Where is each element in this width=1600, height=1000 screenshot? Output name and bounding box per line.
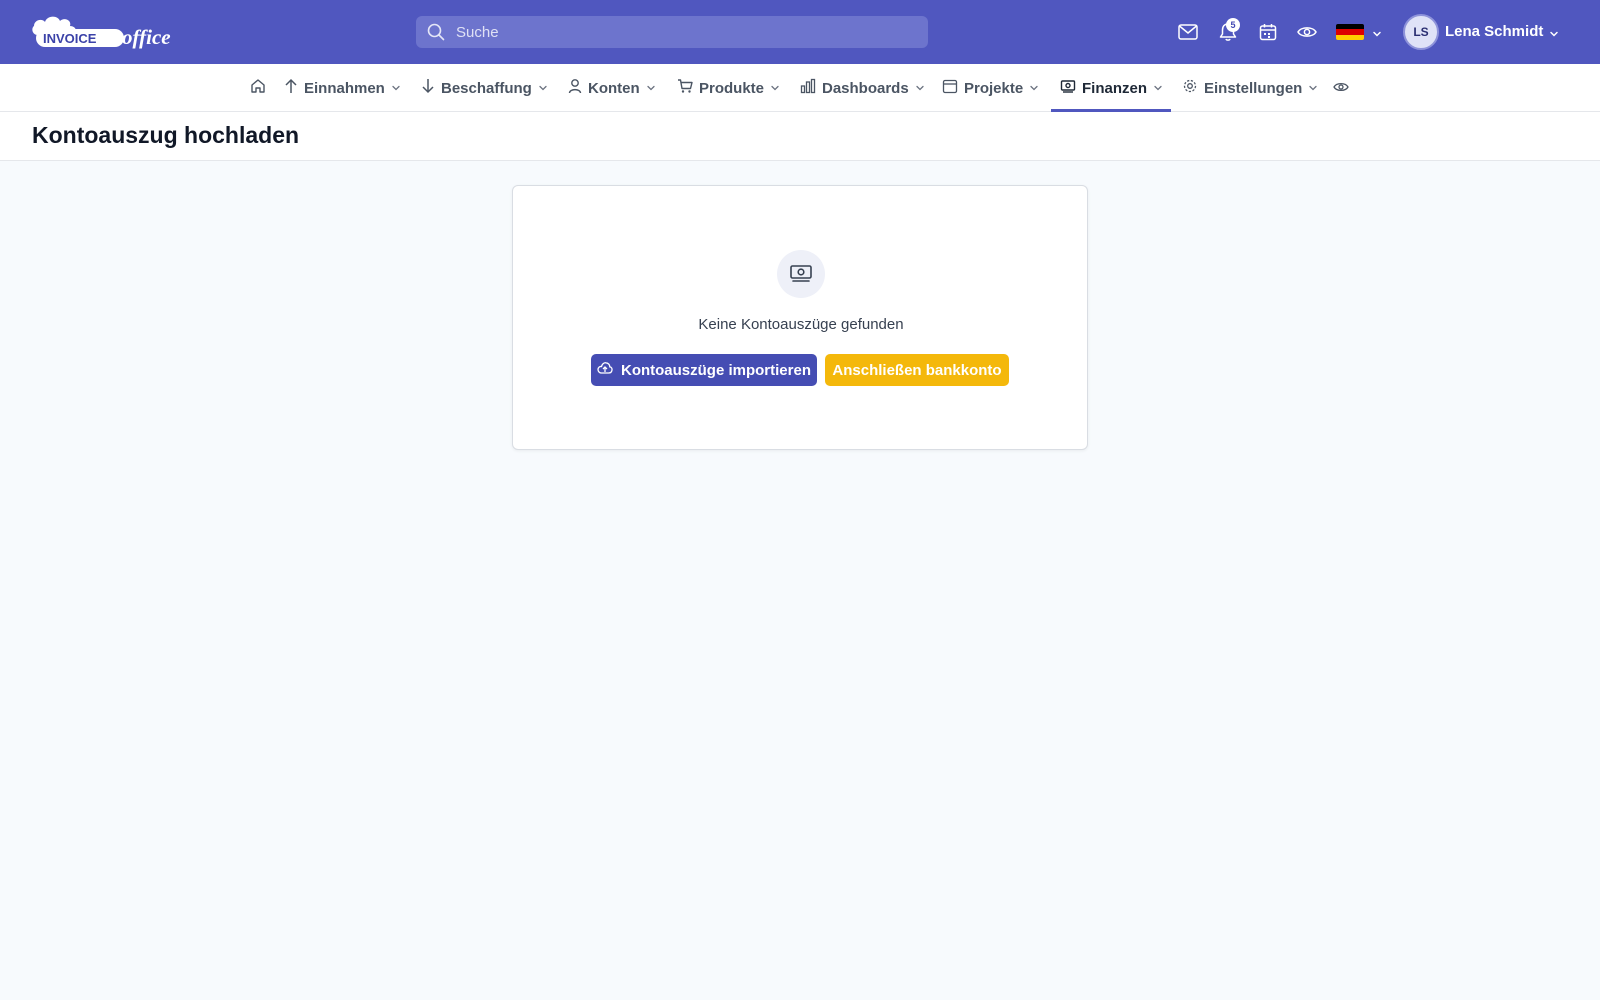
user-icon bbox=[568, 78, 582, 98]
nav-label: Finanzen bbox=[1082, 79, 1148, 97]
connect-bank-account-button[interactable]: Anschließen bankkonto bbox=[825, 354, 1009, 386]
gear-icon bbox=[1182, 78, 1198, 98]
invoice-office-logo[interactable]: INVOICE office bbox=[30, 12, 180, 52]
nav-konten[interactable]: Konten bbox=[568, 64, 656, 112]
connect-button-label: Anschließen bankkonto bbox=[832, 361, 1002, 379]
nav-label: Einstellungen bbox=[1204, 79, 1303, 97]
home-icon bbox=[250, 78, 266, 98]
notification-badge: 5 bbox=[1226, 18, 1240, 32]
page-header: Kontoauszug hochladen bbox=[0, 112, 1600, 161]
eye-icon[interactable] bbox=[1295, 20, 1319, 44]
nav-produkte[interactable]: Produkte bbox=[677, 64, 780, 112]
import-button-label: Kontoauszüge importieren bbox=[620, 361, 811, 379]
money-icon bbox=[1060, 78, 1076, 98]
calendar-icon[interactable] bbox=[1256, 20, 1280, 44]
nav-einstellungen[interactable]: Einstellungen bbox=[1182, 64, 1318, 112]
logo-text-invoice: INVOICE bbox=[43, 31, 97, 46]
nav-label: Einnahmen bbox=[304, 79, 385, 97]
cart-icon bbox=[677, 78, 693, 98]
german-flag-icon bbox=[1336, 24, 1364, 40]
logo-text-office: office bbox=[122, 25, 171, 49]
eye-icon bbox=[1333, 80, 1349, 97]
language-selector[interactable] bbox=[1336, 22, 1386, 42]
nav-finanzen[interactable]: Finanzen bbox=[1060, 64, 1163, 112]
arrow-up-icon bbox=[284, 78, 298, 98]
search-input[interactable] bbox=[456, 16, 916, 48]
chevron-down-icon bbox=[538, 80, 548, 97]
nav-label: Projekte bbox=[964, 79, 1024, 97]
chevron-down-icon bbox=[646, 80, 656, 97]
page-title: Kontoauszug hochladen bbox=[32, 122, 300, 148]
chevron-down-icon bbox=[1308, 80, 1318, 97]
bar-chart-icon bbox=[800, 78, 816, 98]
import-statements-button[interactable]: Kontoauszüge importieren bbox=[591, 354, 817, 386]
user-menu[interactable]: LS Lena Schmidt bbox=[1403, 14, 1563, 50]
nav-home[interactable] bbox=[250, 64, 266, 112]
main-nav: Einnahmen Beschaffung Konten Produkte Da… bbox=[0, 64, 1600, 112]
chevron-down-icon bbox=[1153, 80, 1163, 97]
nav-beschaffung[interactable]: Beschaffung bbox=[421, 64, 548, 112]
avatar: LS bbox=[1403, 14, 1439, 50]
chevron-down-icon bbox=[1029, 80, 1039, 97]
nav-projekte[interactable]: Projekte bbox=[942, 64, 1039, 112]
nav-einnahmen[interactable]: Einnahmen bbox=[284, 64, 401, 112]
cloud-upload-icon bbox=[597, 361, 613, 379]
nav-label: Dashboards bbox=[822, 79, 909, 97]
arrow-down-icon bbox=[421, 78, 435, 98]
search-icon bbox=[427, 23, 445, 41]
chevron-down-icon bbox=[1549, 26, 1559, 44]
top-bar: INVOICE office 5 LS Lena Schmidt bbox=[0, 0, 1600, 64]
mail-icon[interactable] bbox=[1176, 20, 1200, 44]
empty-state-message: Keine Kontoauszüge gefunden bbox=[698, 316, 904, 333]
chevron-down-icon bbox=[915, 80, 925, 97]
money-icon bbox=[777, 250, 825, 298]
nav-dashboards[interactable]: Dashboards bbox=[800, 64, 925, 112]
search-bar[interactable] bbox=[416, 16, 928, 48]
empty-state-card: Keine Kontoauszüge gefunden Kontoauszüge… bbox=[512, 185, 1088, 450]
calendar-icon bbox=[942, 78, 958, 98]
nav-visibility[interactable] bbox=[1333, 64, 1349, 112]
chevron-down-icon bbox=[1372, 26, 1382, 44]
nav-label: Produkte bbox=[699, 79, 765, 97]
nav-label: Beschaffung bbox=[441, 79, 532, 97]
nav-label: Konten bbox=[588, 79, 640, 97]
user-name: Lena Schmidt bbox=[1445, 23, 1544, 40]
chevron-down-icon bbox=[770, 80, 780, 97]
chevron-down-icon bbox=[391, 80, 401, 97]
